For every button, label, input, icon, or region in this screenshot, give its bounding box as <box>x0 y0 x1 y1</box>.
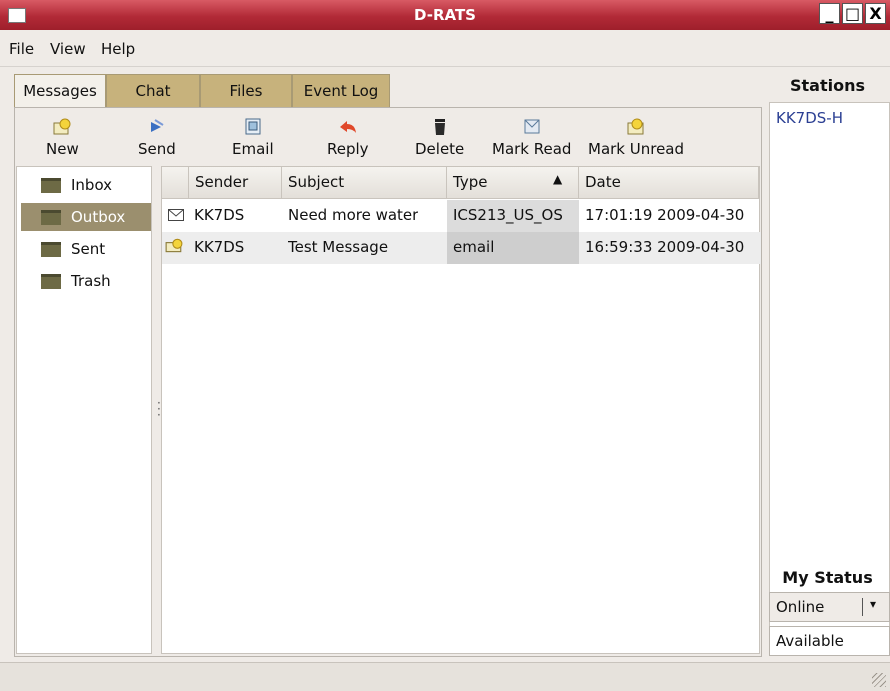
column-header-date[interactable]: Date <box>579 167 759 199</box>
new-button[interactable]: New <box>46 118 79 158</box>
mark-unread-button[interactable]: Mark Unread <box>588 118 684 158</box>
chevron-down-icon[interactable]: ▾ <box>870 597 876 611</box>
my-status-header: My Status <box>782 568 873 587</box>
table-row[interactable]: KK7DS Test Message email 16:59:33 2009-0… <box>162 232 761 264</box>
mark-unread-icon <box>627 118 644 135</box>
send-icon <box>150 119 164 132</box>
resize-grip-icon[interactable] <box>872 673 886 687</box>
folder-outbox[interactable]: Outbox <box>21 203 151 231</box>
mark-unread-button-label: Mark Unread <box>588 140 685 158</box>
delete-button-label: Delete <box>415 140 465 158</box>
status-select-value: Online <box>776 598 825 616</box>
folder-label: Trash <box>71 272 111 290</box>
message-type: email <box>453 238 495 256</box>
mark-read-icon <box>524 119 540 134</box>
folder-label: Sent <box>71 240 106 258</box>
reply-button-label: Reply <box>327 140 369 158</box>
folder-inbox[interactable]: Inbox <box>21 171 151 199</box>
table-row[interactable]: KK7DS Need more water ICS213_US_OS 17:01… <box>162 200 761 232</box>
column-header-type-label: Type <box>453 173 488 191</box>
email-button-label: Email <box>232 140 274 158</box>
folder-icon <box>41 242 61 257</box>
reply-button[interactable]: Reply <box>327 118 369 158</box>
status-message-value: Available <box>776 632 844 650</box>
message-date: 17:01:19 2009-04-30 <box>585 206 745 224</box>
menu-view[interactable]: View <box>50 40 86 58</box>
folder-icon <box>41 274 61 289</box>
message-date: 16:59:33 2009-04-30 <box>585 238 745 256</box>
message-list: Sender Subject Type ▲ Date KK7DS Need mo… <box>161 166 761 654</box>
station-list: KK7DS-H <box>769 102 890 630</box>
message-type: ICS213_US_OS <box>453 206 563 224</box>
new-message-icon <box>53 118 71 135</box>
stations-header: Stations <box>789 76 865 95</box>
message-subject: Need more water <box>288 206 419 224</box>
message-sender: KK7DS <box>194 206 245 224</box>
icon-column-header[interactable] <box>162 167 189 199</box>
maximize-button[interactable]: □ <box>842 3 863 24</box>
reply-icon <box>339 121 356 133</box>
email-icon <box>245 118 261 135</box>
status-message-input[interactable]: Available <box>769 626 890 656</box>
folder-icon <box>41 178 61 193</box>
mark-read-button[interactable]: Mark Read <box>492 118 571 158</box>
close-button[interactable]: X <box>865 3 886 24</box>
station-item[interactable]: KK7DS-H <box>776 109 843 127</box>
minimize-button[interactable]: _ <box>819 3 840 24</box>
new-button-label: New <box>46 140 79 158</box>
send-button-label: Send <box>138 140 176 158</box>
mark-read-button-label: Mark Read <box>492 140 572 158</box>
status-bar <box>0 662 890 691</box>
menu-help[interactable]: Help <box>101 40 135 58</box>
folder-label: Inbox <box>71 176 113 194</box>
folder-sent[interactable]: Sent <box>21 235 151 263</box>
tab-messages[interactable]: Messages <box>14 74 106 110</box>
folder-tree: Inbox Outbox Sent Trash <box>16 166 152 654</box>
folder-label: Outbox <box>71 208 126 226</box>
column-header-subject[interactable]: Subject <box>282 167 447 199</box>
tab-event-log[interactable]: Event Log <box>292 74 390 108</box>
column-header-sender[interactable]: Sender <box>189 167 282 199</box>
delete-icon <box>434 119 445 135</box>
menu-bar: File View Help <box>0 30 890 67</box>
folder-trash[interactable]: Trash <box>21 267 151 295</box>
email-button[interactable]: Email <box>232 118 274 158</box>
tab-files[interactable]: Files <box>200 74 292 108</box>
folder-icon <box>41 210 61 225</box>
window-title: D-RATS <box>414 6 476 24</box>
envelope-icon <box>168 209 184 221</box>
sort-ascending-icon: ▲ <box>553 172 563 186</box>
menu-file[interactable]: File <box>9 40 34 58</box>
tab-chat[interactable]: Chat <box>106 74 200 108</box>
send-button[interactable]: Send <box>138 118 176 158</box>
delete-button[interactable]: Delete <box>415 118 464 158</box>
new-message-icon <box>165 238 183 253</box>
status-select[interactable]: Online ▾ <box>769 592 890 622</box>
column-header-type[interactable]: Type ▲ <box>447 167 579 199</box>
title-bar: D-RATS _ □ X <box>0 0 890 30</box>
message-sender: KK7DS <box>194 238 245 256</box>
message-subject: Test Message <box>288 238 389 256</box>
